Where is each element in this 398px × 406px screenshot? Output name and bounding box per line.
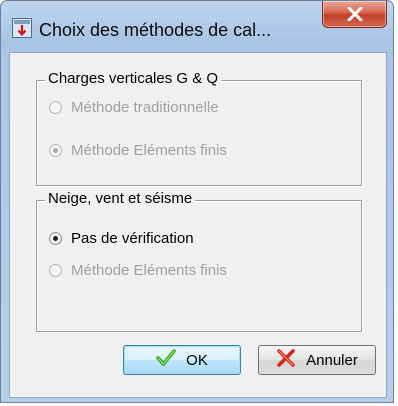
title-bar[interactable]: Choix des méthodes de cal... xyxy=(1,1,393,53)
radio-no-verification-indicator[interactable] xyxy=(49,231,62,245)
ok-button-label: OK xyxy=(186,351,208,369)
radio-fem-method-vertical-label: Méthode Eléments finis xyxy=(71,141,227,159)
radio-fem-method-vertical-indicator[interactable] xyxy=(49,143,62,157)
dialog-client-area: Charges verticales G & Q Méthode traditi… xyxy=(9,52,387,398)
check-icon xyxy=(156,349,176,371)
radio-no-verification[interactable]: Pas de vérification xyxy=(49,228,194,248)
close-button[interactable] xyxy=(322,1,387,28)
window-title: Choix des méthodes de cal... xyxy=(39,20,272,40)
group-snow-wind-seismic: Neige, vent et séisme Pas de vérificatio… xyxy=(36,190,362,332)
radio-no-verification-label: Pas de vérification xyxy=(71,229,194,247)
radio-traditional-method[interactable]: Méthode traditionnelle xyxy=(49,97,219,117)
group-vertical-loads: Charges verticales G & Q Méthode traditi… xyxy=(36,70,362,186)
radio-fem-method-vertical[interactable]: Méthode Eléments finis xyxy=(49,140,227,160)
group-snow-wind-seismic-legend: Neige, vent et séisme xyxy=(45,190,196,207)
group-vertical-loads-legend: Charges verticales G & Q xyxy=(45,70,222,87)
radio-fem-method-snow[interactable]: Méthode Eléments finis xyxy=(49,260,227,280)
radio-traditional-method-indicator[interactable] xyxy=(49,100,62,114)
cancel-button-label: Annuler xyxy=(306,351,358,369)
radio-fem-method-snow-indicator[interactable] xyxy=(49,263,62,277)
ok-button[interactable]: OK xyxy=(123,345,241,375)
cross-icon xyxy=(276,349,296,371)
dialog-window: Choix des méthodes de cal... Charges ver… xyxy=(0,0,394,403)
close-icon xyxy=(347,7,363,21)
cancel-button[interactable]: Annuler xyxy=(258,345,376,375)
radio-fem-method-snow-label: Méthode Eléments finis xyxy=(71,261,227,279)
radio-traditional-method-label: Méthode traditionnelle xyxy=(71,98,219,116)
app-icon xyxy=(12,18,32,38)
